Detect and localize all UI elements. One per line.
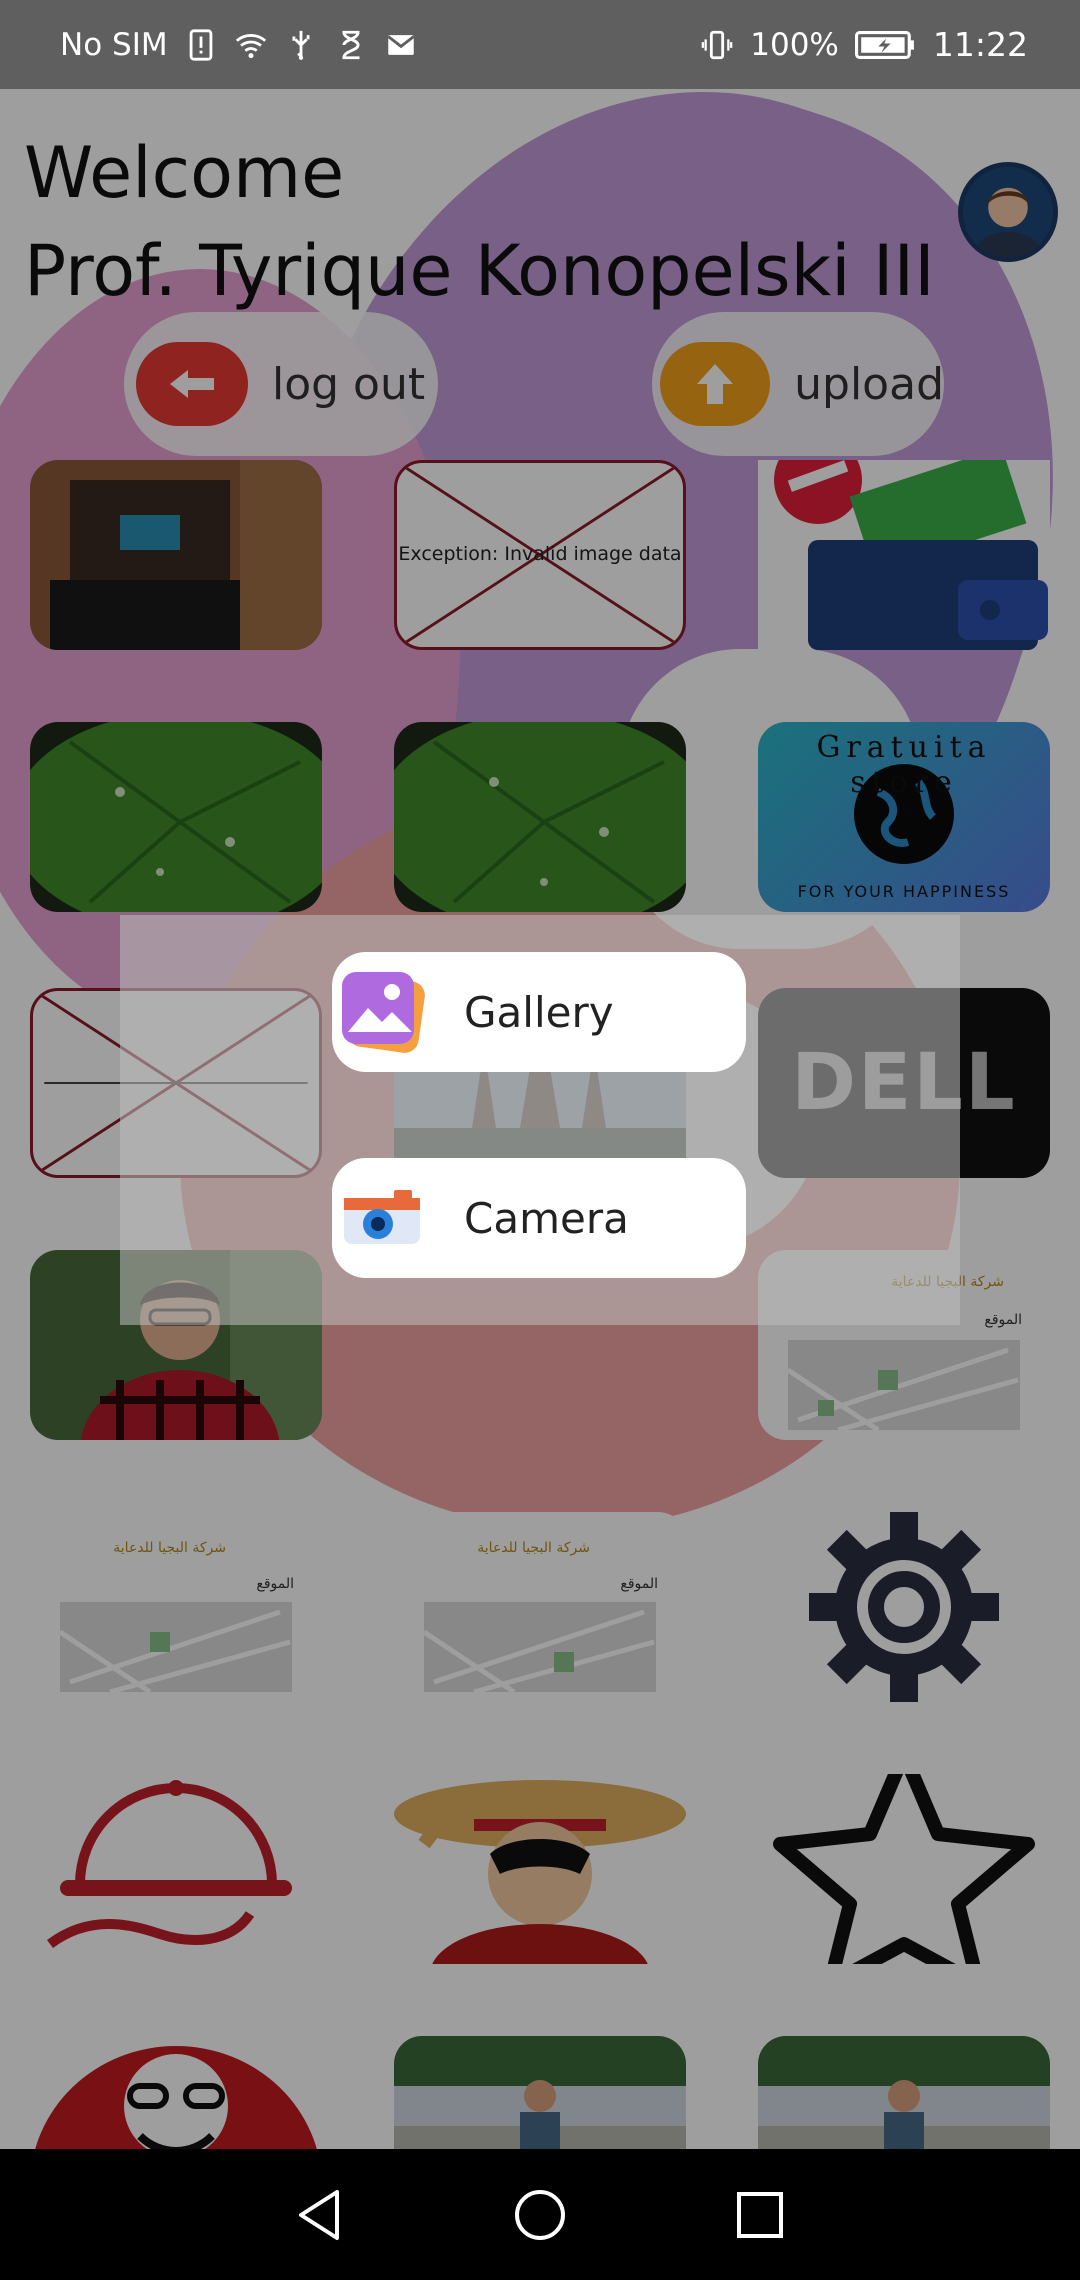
gallery-label: Gallery xyxy=(464,987,614,1037)
camera-button[interactable]: Camera xyxy=(332,1158,746,1278)
wifi-icon xyxy=(234,28,268,62)
image-source-dialog: Gallery Camera xyxy=(120,915,960,1325)
camera-icon xyxy=(336,1172,428,1264)
app-root: No SIM 100% 11:22 Welcome Prof. Tyrique … xyxy=(0,0,1080,2280)
home-button[interactable] xyxy=(505,2180,575,2250)
mail-icon xyxy=(384,28,418,62)
carrier-text: No SIM xyxy=(60,26,168,63)
battery-charging-icon xyxy=(854,28,917,62)
vibrate-icon xyxy=(700,28,734,62)
back-button[interactable] xyxy=(285,2180,355,2250)
clock: 11:22 xyxy=(932,25,1028,64)
navigation-bar xyxy=(0,2149,1080,2280)
home-circle-icon xyxy=(515,2189,565,2240)
status-right: 100% 11:22 xyxy=(700,25,1028,64)
back-triangle-icon xyxy=(299,2189,339,2240)
sim-alert-icon xyxy=(184,28,218,62)
camera-label: Camera xyxy=(464,1193,629,1243)
hourglass-icon xyxy=(334,28,368,62)
status-bar: No SIM 100% 11:22 xyxy=(0,0,1080,89)
usb-icon xyxy=(284,28,318,62)
status-left: No SIM xyxy=(60,27,418,63)
recents-square-icon xyxy=(737,2191,783,2238)
gallery-button[interactable]: Gallery xyxy=(332,952,746,1072)
gallery-icon xyxy=(336,966,428,1058)
battery-percent: 100% xyxy=(750,26,839,63)
recents-button[interactable] xyxy=(725,2180,795,2250)
